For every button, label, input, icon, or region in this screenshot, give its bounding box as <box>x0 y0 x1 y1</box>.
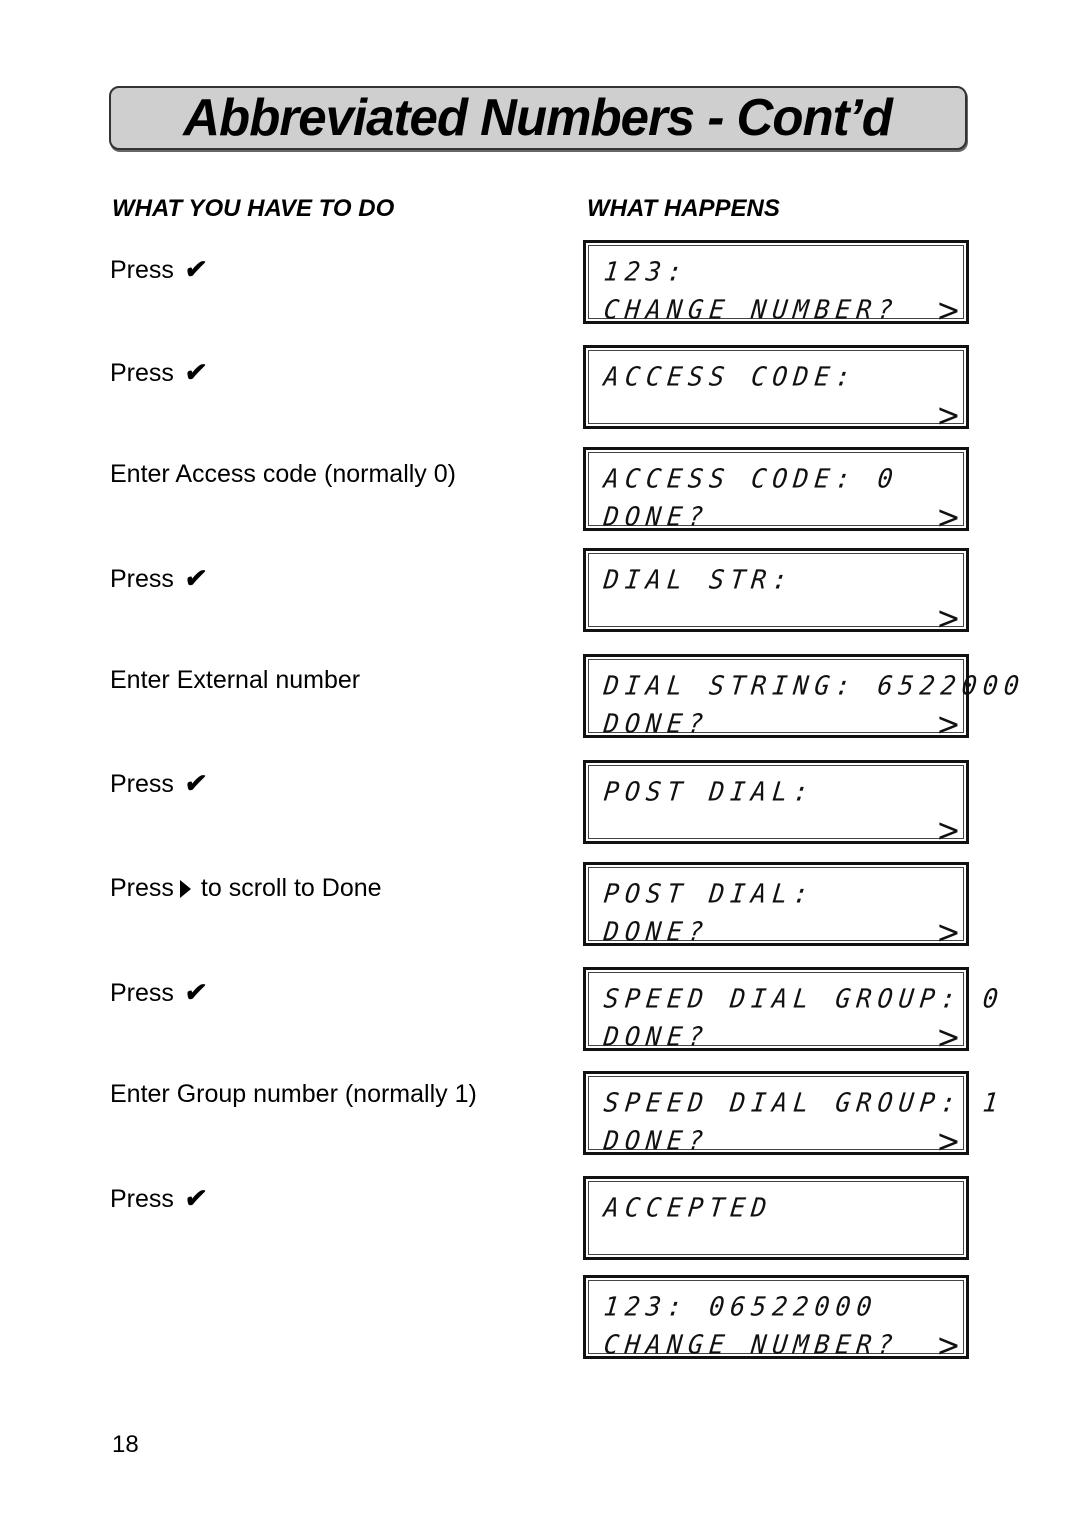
instruction-step: Enter Group number (normally 1) <box>110 1079 477 1109</box>
lcd-display: ACCESS CODE: > <box>583 345 969 431</box>
lcd-display: SPEED DIAL GROUP: 1 DONE? > <box>583 1071 1006 1157</box>
instruction-step: Press ✔ <box>110 254 209 285</box>
lcd-display: DIAL STR: > <box>583 548 969 634</box>
instruction-step: Press ✔ <box>110 357 209 388</box>
lcd-screen: POST DIAL: > <box>588 765 964 846</box>
lcd-display: ACCESS CODE: 0 DONE? > <box>583 447 969 533</box>
lcd-screen: DIAL STRING: 6522000 DONE? > <box>588 659 1027 740</box>
lcd-line-2: DONE? <box>602 501 711 532</box>
scroll-arrow-icon: > <box>936 599 961 637</box>
page-title: Abbreviated Numbers - Cont’d <box>183 89 894 147</box>
instruction-step: Press ✔ <box>110 563 209 594</box>
step-text: Press <box>110 770 174 798</box>
scroll-arrow-icon: > <box>936 705 961 743</box>
page-number: 18 <box>112 1431 139 1458</box>
lcd-line-2: CHANGE NUMBER? <box>602 1329 901 1360</box>
scroll-arrow-icon: > <box>936 396 961 434</box>
lcd-line-1: POST DIAL: <box>602 878 817 909</box>
step-text: Press <box>110 565 174 593</box>
step-text: Press <box>110 359 174 387</box>
lcd-line-1: ACCESS CODE: 0 <box>602 463 901 494</box>
lcd-display: ACCEPTED <box>583 1176 969 1260</box>
scroll-arrow-icon: > <box>936 811 961 849</box>
lcd-line-1: 123: <box>602 256 690 287</box>
lcd-line-1: SPEED DIAL GROUP: 1 <box>602 1087 1006 1118</box>
lcd-screen: POST DIAL: DONE? > <box>588 867 964 948</box>
lcd-line-1: DIAL STRING: 6522000 <box>602 670 1027 701</box>
lcd-display: POST DIAL: DONE? > <box>583 862 969 948</box>
lcd-display: 123: 06522000 CHANGE NUMBER? > <box>583 1275 969 1361</box>
step-text: Enter Access code (normally 0) <box>110 460 456 488</box>
lcd-display: 123: CHANGE NUMBER? > <box>583 240 969 326</box>
step-text: Press <box>110 979 174 1007</box>
lcd-screen: ACCEPTED <box>588 1181 964 1255</box>
step-text: Press <box>110 256 174 284</box>
instruction-step: Enter External number <box>110 665 360 695</box>
left-column-header: WHAT YOU HAVE TO DO <box>112 195 395 222</box>
scroll-arrow-icon: > <box>936 1122 961 1160</box>
step-text: Enter Group number (normally 1) <box>110 1080 477 1108</box>
lcd-line-2: DONE? <box>602 708 711 739</box>
lcd-screen: 123: 06522000 CHANGE NUMBER? > <box>588 1280 964 1361</box>
lcd-line-1: POST DIAL: <box>602 776 817 807</box>
instruction-step: Press ✔ <box>110 1183 209 1214</box>
scroll-arrow-icon: > <box>936 291 961 329</box>
lcd-screen: SPEED DIAL GROUP: 0 DONE? > <box>588 972 1006 1053</box>
lcd-display: DIAL STRING: 6522000 DONE? > <box>583 654 1027 740</box>
check-icon: ✔ <box>182 357 209 387</box>
check-icon: ✔ <box>182 563 209 593</box>
scroll-arrow-icon: > <box>936 913 961 951</box>
lcd-screen: ACCESS CODE: 0 DONE? > <box>588 452 964 533</box>
step-text: Enter External number <box>110 666 361 694</box>
scroll-arrow-icon: > <box>936 498 961 536</box>
lcd-line-1: 123: 06522000 <box>602 1291 880 1322</box>
lcd-line-1: ACCESS CODE: <box>602 361 859 392</box>
check-icon: ✔ <box>182 254 209 284</box>
lcd-screen: SPEED DIAL GROUP: 1 DONE? > <box>588 1076 1006 1157</box>
instruction-step: Press to scroll to Done <box>110 873 382 903</box>
scroll-arrow-icon: > <box>936 1326 961 1364</box>
lcd-line-1: ACCEPTED <box>602 1192 775 1223</box>
instruction-step: Enter Access code (normally 0) <box>110 459 456 489</box>
check-icon: ✔ <box>182 977 209 1007</box>
lcd-line-1: DIAL STR: <box>602 564 796 595</box>
lcd-screen: DIAL STR: > <box>588 553 964 634</box>
lcd-line-1: SPEED DIAL GROUP: 0 <box>602 983 1006 1014</box>
instruction-step: Press ✔ <box>110 768 209 799</box>
right-column-header: WHAT HAPPENS <box>587 195 780 222</box>
right-triangle-icon <box>179 880 191 898</box>
lcd-screen: 123: CHANGE NUMBER? > <box>588 245 964 326</box>
lcd-line-2: CHANGE NUMBER? <box>602 294 901 325</box>
check-icon: ✔ <box>182 1183 209 1213</box>
lcd-screen: ACCESS CODE: > <box>588 350 964 431</box>
lcd-line-2: DONE? <box>602 1125 711 1156</box>
lcd-line-2: DONE? <box>602 1021 711 1052</box>
step-text: Press <box>110 1185 174 1213</box>
page-title-banner: Abbreviated Numbers - Cont’d <box>109 86 967 150</box>
check-icon: ✔ <box>182 768 209 798</box>
step-text: Press <box>110 874 174 902</box>
lcd-display: SPEED DIAL GROUP: 0 DONE? > <box>583 967 1006 1053</box>
scroll-arrow-icon: > <box>936 1018 961 1056</box>
instruction-step: Press ✔ <box>110 977 209 1008</box>
step-text-after: to scroll to Done <box>200 874 382 902</box>
lcd-display: POST DIAL: > <box>583 760 969 846</box>
lcd-line-2: DONE? <box>602 916 711 947</box>
